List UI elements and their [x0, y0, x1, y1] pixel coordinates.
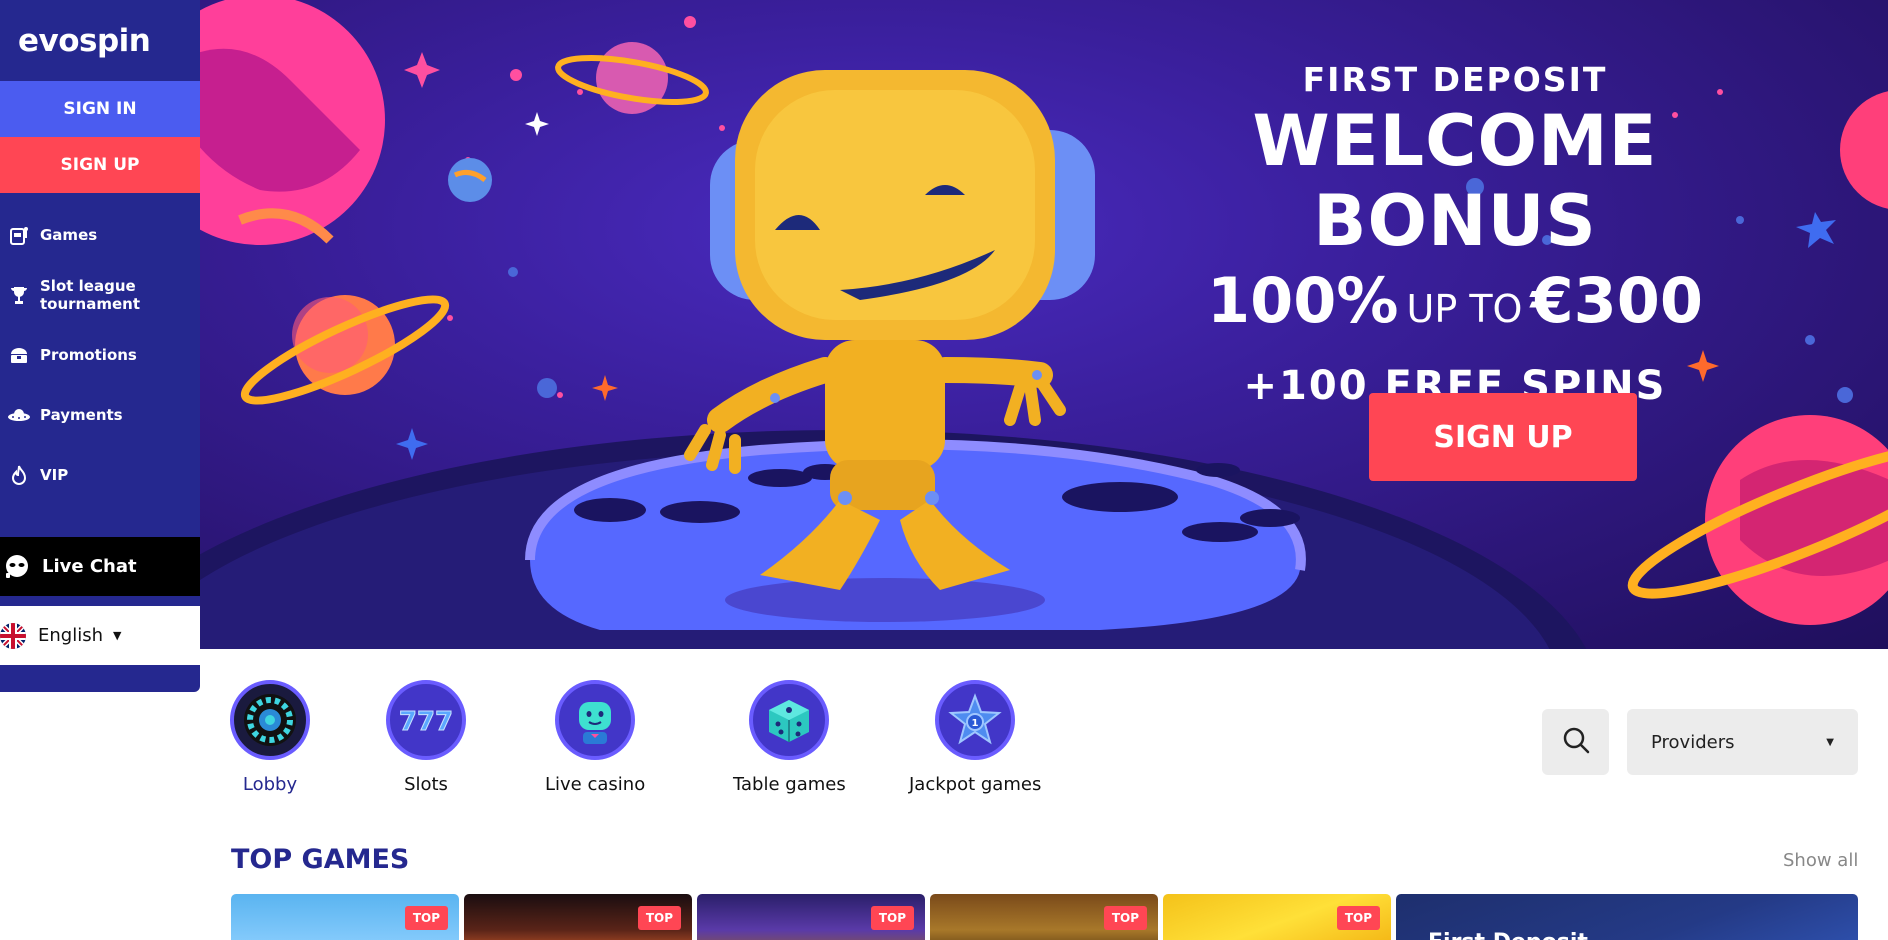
- category-jackpot-games[interactable]: 1 Jackpot games: [909, 680, 1041, 795]
- category-label: Table games: [733, 774, 846, 795]
- logo[interactable]: evospin: [0, 0, 200, 81]
- alien-chat-icon: [2, 552, 32, 582]
- game-tile[interactable]: TOP: [231, 894, 459, 940]
- top-badge: TOP: [870, 906, 914, 930]
- category-slots[interactable]: 777 Slots: [386, 680, 466, 795]
- sidebar-item-games[interactable]: Games: [0, 205, 200, 265]
- hero-promo-text: FIRST DEPOSIT WELCOME BONUS 100% UP TO €30…: [1175, 60, 1735, 409]
- live-chat-button[interactable]: Live Chat: [0, 537, 200, 596]
- top-games-row: TOP TOP TOP TOP TOP First Deposit: [231, 894, 1858, 940]
- hero-up-to: UP TO: [1406, 287, 1523, 331]
- top-games-title: TOP GAMES: [231, 844, 410, 875]
- show-all-link[interactable]: Show all: [1783, 850, 1858, 871]
- roulette-icon: [230, 680, 310, 760]
- promo-tile-text: First Deposit: [1428, 930, 1588, 940]
- svg-text:777: 777: [399, 707, 453, 737]
- sidebar-item-vip[interactable]: VIP: [0, 445, 200, 505]
- sidebar-item-label: VIP: [40, 466, 69, 484]
- category-label: Lobby: [242, 774, 298, 795]
- category-lobby[interactable]: Lobby: [230, 680, 310, 795]
- game-tile[interactable]: TOP: [464, 894, 692, 940]
- category-label: Slots: [404, 774, 448, 795]
- game-tile[interactable]: TOP: [697, 894, 925, 940]
- top-badge: TOP: [637, 906, 681, 930]
- hero-line-amount: 100% UP TO €300: [1175, 265, 1735, 345]
- game-categories: Lobby 777 Slots Live casino Table games …: [200, 680, 1100, 800]
- sidebar-item-slot-league[interactable]: Slot league tournament: [0, 265, 200, 325]
- star-coin-icon: 1: [935, 680, 1016, 760]
- category-label: Jackpot games: [909, 774, 1042, 795]
- category-table-games[interactable]: Table games: [733, 680, 846, 795]
- triple-seven-icon: 777: [386, 680, 466, 760]
- category-live-casino[interactable]: Live casino: [545, 680, 645, 795]
- treasure-chest-icon: [4, 342, 34, 368]
- sidebar-item-label: Slot league tournament: [40, 277, 141, 313]
- hero-amount-value: €300: [1530, 264, 1704, 337]
- hero-line-welcome-bonus: WELCOME BONUS: [1252, 100, 1658, 262]
- hero-percent: 100%: [1206, 264, 1399, 337]
- sidebar-item-promotions[interactable]: Promotions: [0, 325, 200, 385]
- top-badge: TOP: [1336, 906, 1380, 930]
- hero-line-first-deposit: FIRST DEPOSIT: [1302, 60, 1608, 99]
- sign-up-button[interactable]: SIGN UP: [0, 137, 200, 193]
- slot-machine-icon: [4, 222, 34, 248]
- search-button[interactable]: [1542, 709, 1609, 775]
- sidebar: evospin SIGN IN SIGN UP Games Slot leagu…: [0, 0, 200, 692]
- caret-down-icon: ▼: [1826, 736, 1834, 748]
- sidebar-item-label: Games: [40, 226, 98, 244]
- top-badge: TOP: [1103, 906, 1147, 930]
- hero-sign-up-button[interactable]: SIGN UP: [1369, 393, 1637, 481]
- live-chat-label: Live Chat: [42, 556, 137, 577]
- category-label: Live casino: [545, 774, 646, 795]
- top-badge: TOP: [404, 906, 448, 930]
- game-tile[interactable]: TOP: [1163, 894, 1391, 940]
- robot-dealer-icon: [555, 680, 636, 760]
- sign-in-button[interactable]: SIGN IN: [0, 81, 200, 137]
- providers-label: Providers: [1651, 731, 1735, 753]
- sidebar-item-label: Promotions: [40, 346, 137, 364]
- providers-dropdown[interactable]: Providers ▼: [1627, 709, 1858, 775]
- sidebar-nav: Games Slot league tournament Promotions …: [0, 193, 200, 505]
- uk-flag-icon: [0, 622, 26, 649]
- trophy-icon: [4, 282, 34, 308]
- first-deposit-promo-tile[interactable]: First Deposit: [1396, 894, 1858, 940]
- language-label: English: [38, 625, 103, 646]
- fire-icon: [4, 462, 34, 488]
- caret-down-icon: ▼: [113, 629, 122, 642]
- game-tile[interactable]: TOP: [930, 894, 1158, 940]
- ufo-icon: [4, 402, 34, 428]
- search-icon: [1562, 726, 1590, 758]
- svg-text:1: 1: [972, 718, 979, 729]
- dice-icon: [749, 680, 830, 760]
- hero-banner: FIRST DEPOSIT WELCOME BONUS 100% UP TO €30…: [200, 0, 1888, 649]
- sidebar-item-payments[interactable]: Payments: [0, 385, 200, 445]
- sidebar-item-label: Payments: [40, 406, 123, 424]
- language-selector[interactable]: English ▼: [0, 606, 200, 665]
